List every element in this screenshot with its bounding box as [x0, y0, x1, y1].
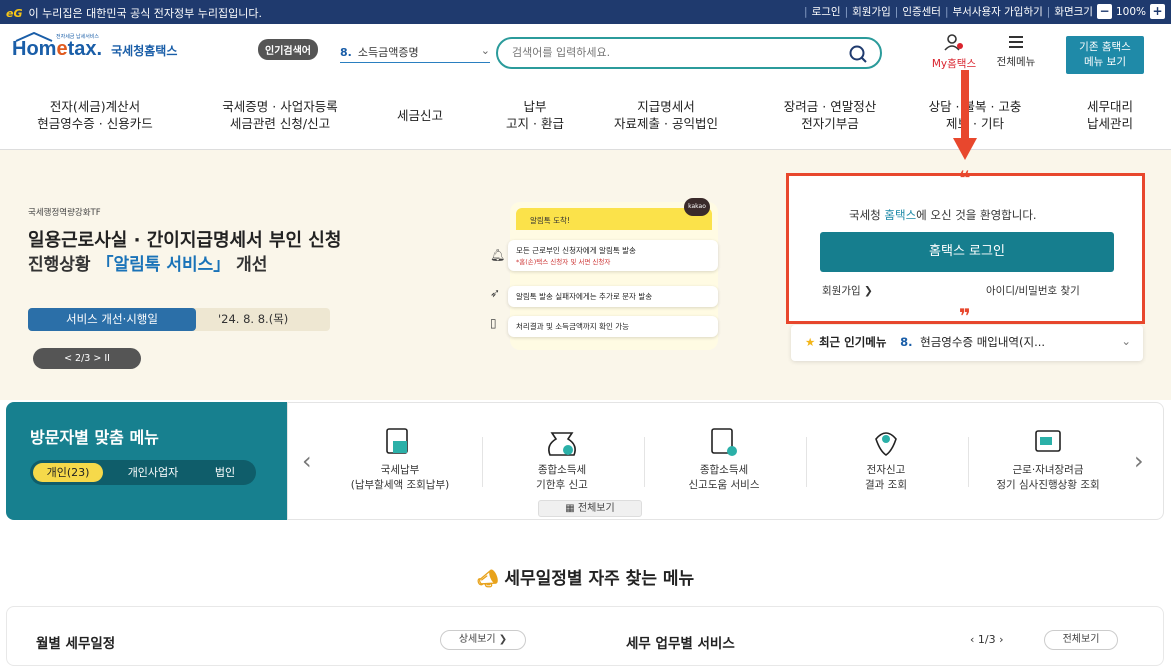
red-arrow-icon — [953, 70, 977, 160]
cert-center-link[interactable]: 인증센터 — [902, 4, 941, 19]
star-icon: ★ — [805, 335, 816, 349]
detail-view-button[interactable]: 상세보기 ❯ — [440, 630, 526, 650]
menu-icon — [1009, 36, 1023, 48]
nav-payment[interactable]: 납부 고지 · 환급 — [490, 98, 580, 132]
calculator-icon — [711, 428, 737, 456]
nav-certificate[interactable]: 국세증명 · 사업자등록 세금관련 신청/신고 — [200, 98, 360, 132]
signup-link[interactable]: 회원가입 ❯ — [822, 283, 873, 298]
egov-logo: eG — [6, 6, 23, 20]
tax-service-title: 세무 업무별 서비스 — [626, 636, 735, 652]
menu-tax-payment[interactable]: 국세납부 (납부할세액 조회납부) — [320, 425, 480, 493]
search-box — [496, 37, 882, 69]
tab-individual[interactable]: 개인(23) — [33, 463, 103, 482]
zoom-in-button[interactable]: + — [1150, 4, 1165, 19]
top-links: | 로그인 | 회원가입 | 인증센터 | 부서사용자 가입하기 | 화면크기 … — [804, 4, 1165, 19]
banner-org: 국세행정역량강화TF — [28, 208, 101, 218]
recent-popular-menu[interactable]: ★ 최근 인기메뉴 8. 현금영수증 매입내역(지... ⌄ — [791, 325, 1143, 361]
hot-search-badge: 인기검색어 — [258, 39, 318, 60]
visitor-menu-section: 방문자별 맞춤 메뉴 개인(23) 개인사업자 법인 ‹ 국세납부 (납부할세액 … — [0, 402, 1171, 520]
search-icon[interactable] — [848, 44, 868, 64]
login-link[interactable]: 로그인 — [812, 4, 841, 19]
heart-hands-icon — [875, 432, 897, 456]
hot-search-dropdown[interactable]: 8. 소득금액증명 ⌄ — [340, 44, 490, 63]
quote-open-icon: ❝ — [959, 166, 971, 190]
hot-rank: 8. — [340, 46, 352, 59]
all-menu-button[interactable]: 전체메뉴 — [986, 33, 1046, 69]
money-bag-icon — [548, 432, 576, 456]
alim-message-2: 알림톡 발송 실패자에게는 추가로 문자 발송 — [508, 286, 718, 307]
menu-income-tax-help[interactable]: 종합소득세 신고도움 서비스 — [644, 425, 804, 493]
alimtalk-header: 알림톡 도착! — [516, 208, 712, 230]
find-id-password-link[interactable]: 아이디/비밀번호 찾기 — [986, 283, 1080, 298]
zoom-out-button[interactable]: − — [1096, 4, 1112, 19]
prev-arrow-icon[interactable]: ‹ — [302, 447, 312, 475]
bell-icon: 🔔︎ — [490, 248, 506, 262]
welcome-text: 국세청 홈택스에 오신 것을 환영합니다. — [849, 208, 1037, 222]
kakao-badge: kakao — [684, 198, 710, 216]
nav-e-invoice[interactable]: 전자(세금)계산서 현금영수증 · 신용카드 — [20, 98, 170, 132]
screen-size-label: 화면크기 — [1054, 6, 1093, 18]
search-input[interactable] — [512, 46, 832, 59]
menu-incentive-status[interactable]: 근로·자녀장려금 정기 심사진행상황 조회 — [968, 425, 1128, 493]
popular-label: 최근 인기메뉴 — [818, 335, 887, 349]
schedule-section-title: 📣︎ 세무일정별 자주 찾는 메뉴 — [476, 569, 695, 589]
grid-icon: ▦ — [565, 503, 578, 514]
send-icon: ➶ — [490, 286, 501, 300]
nav-payment-statement[interactable]: 지급명세서 자료제출 · 공익법인 — [596, 98, 736, 132]
login-panel: ❝ 국세청 홈택스에 오신 것을 환영합니다. 홈택스 로그인 회원가입 ❯ 아… — [786, 166, 1145, 328]
visitor-menu-items: ‹ 국세납부 (납부할세액 조회납부) 종합소득세 기한후 신고 종합소득세 신고도움… — [287, 402, 1164, 520]
visitor-tabs: 개인(23) 개인사업자 법인 — [30, 460, 256, 485]
service-label: 서비스 개선·시행일 — [28, 308, 196, 331]
notice-text: 이 누리집은 대한민국 공식 전자정부 누리집입니다. — [28, 7, 263, 20]
dept-user-signup-link[interactable]: 부서사용자 가입하기 — [953, 4, 1043, 19]
roof-icon — [15, 32, 53, 42]
alim-message-1: 모든 근로부인 신청자에게 알림톡 발송 *홈(손)택스 신청자 및 서면 신청… — [508, 240, 718, 271]
hot-keyword: 소득금액증명 — [357, 46, 419, 59]
service-pager[interactable]: ‹ 1/3 › — [970, 633, 1004, 646]
popular-rank: 8. — [900, 335, 913, 349]
document-icon: ▯ — [490, 316, 497, 330]
tab-corporation[interactable]: 법인 — [200, 463, 250, 482]
my-hometax-button[interactable]: My홈택스 — [924, 33, 984, 71]
main-nav: 전자(세금)계산서 현금영수증 · 신용카드 국세증명 · 사업자등록 세금관련 신… — [0, 84, 1171, 150]
next-arrow-icon[interactable]: › — [1134, 447, 1144, 475]
popular-item: 현금영수증 매입내역(지... — [920, 335, 1046, 349]
hometax-login-button[interactable]: 홈택스 로그인 — [820, 232, 1114, 272]
chevron-down-icon: ⌄ — [480, 44, 490, 57]
service-date: '24. 8. 8.(목) — [218, 312, 289, 326]
signup-link[interactable]: 회원가입 — [852, 4, 891, 19]
banner-title[interactable]: 일용근로사실 · 간이지급명세서 부인 신청 — [28, 226, 341, 252]
alim-message-3: 처리결과 및 소득금액까지 확인 가능 — [508, 316, 718, 337]
zoom-level: 100% — [1115, 5, 1146, 18]
menu-e-filing-result[interactable]: 전자신고 결과 조회 — [806, 425, 966, 493]
visitor-all-view-button[interactable]: ▦ 전체보기 — [538, 500, 642, 517]
nav-tax-return[interactable]: 세금신고 — [380, 107, 460, 124]
chevron-down-icon: ⌄ — [1121, 334, 1131, 348]
banner-subtitle: 진행상황 「알림톡 서비스」 개선 — [28, 255, 268, 275]
nav-incentive[interactable]: 장려금 · 연말정산 전자기부금 — [760, 98, 900, 132]
payment-doc-icon — [386, 428, 408, 454]
user-icon — [944, 34, 963, 51]
tab-sole-proprietor[interactable]: 개인사업자 — [108, 463, 198, 482]
old-menu-button[interactable]: 기존 홈택스 메뉴 보기 — [1066, 36, 1144, 74]
visitor-menu-title: 방문자별 맞춤 메뉴 — [30, 428, 159, 447]
megaphone-icon: 📣︎ — [476, 569, 505, 589]
top-notice-bar: eG 이 누리집은 대한민국 공식 전자정부 누리집입니다. | 로그인 | 회… — [0, 0, 1171, 24]
folder-doc-icon — [1035, 430, 1061, 452]
banner-pager[interactable]: < 2/3 > II — [33, 348, 141, 369]
menu-income-tax-late[interactable]: 종합소득세 기한후 신고 — [482, 425, 642, 493]
site-header: 전자세금 납세서비스 Hometax. 국세청홈택스 인기검색어 8. 소득금액증… — [0, 24, 1171, 84]
nav-tax-agent[interactable]: 세무대리 납세관리 — [1070, 98, 1150, 132]
service-all-view-button[interactable]: 전체보기 — [1044, 630, 1118, 650]
monthly-schedule-title: 월별 세무일정 — [36, 636, 116, 652]
hometax-logo[interactable]: 전자세금 납세서비스 Hometax. 국세청홈택스 — [12, 32, 177, 61]
notice-area: eG 이 누리집은 대한민국 공식 전자정부 누리집입니다. — [6, 5, 262, 21]
